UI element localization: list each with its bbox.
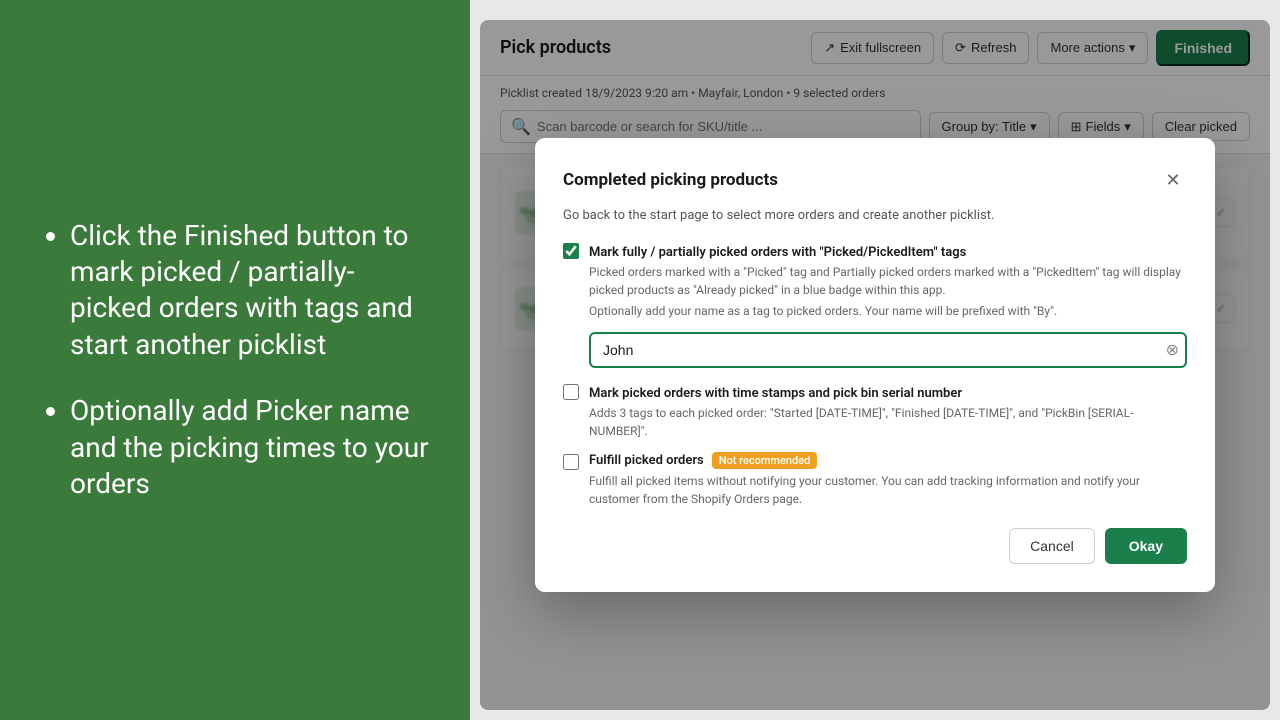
checkbox-row-1: Mark fully / partially picked orders wit… — [563, 241, 1187, 320]
checkbox-2[interactable] — [563, 384, 579, 400]
checkbox-2-label[interactable]: Mark picked orders with time stamps and … — [589, 386, 962, 401]
picker-name-input[interactable] — [589, 332, 1187, 368]
modal-subtitle: Go back to the start page to select more… — [563, 208, 1187, 223]
left-panel: Click the Finished button to mark picked… — [0, 0, 470, 720]
checkbox-1-desc1: Picked orders marked with a "Picked" tag… — [589, 263, 1187, 299]
checkbox-3-desc: Fulfill all picked items without notifyi… — [589, 472, 1187, 508]
modal-header: Completed picking products ✕ — [563, 166, 1187, 194]
bullet-list: Click the Finished button to mark picked… — [40, 218, 430, 503]
checkbox-3-label[interactable]: Fulfill picked orders — [589, 453, 704, 468]
modal-footer: Cancel Okay — [563, 528, 1187, 564]
checkbox-3-content: Fulfill picked orders Not recommended Fu… — [589, 452, 1187, 508]
app-container: Pick products ↗ Exit fullscreen ⟳ Refres… — [480, 20, 1270, 710]
modal-dialog: Completed picking products ✕ Go back to … — [535, 138, 1215, 592]
checkbox-2-desc: Adds 3 tags to each picked order: "Start… — [589, 404, 1187, 440]
checkbox-row-2: Mark picked orders with time stamps and … — [563, 382, 1187, 440]
checkbox-1-label[interactable]: Mark fully / partially picked orders wit… — [589, 245, 966, 260]
checkbox-1[interactable] — [563, 243, 579, 259]
not-recommended-badge: Not recommended — [712, 452, 818, 469]
right-panel: Pick products ↗ Exit fullscreen ⟳ Refres… — [470, 0, 1280, 720]
checkbox-3[interactable] — [563, 454, 579, 470]
checkbox-2-content: Mark picked orders with time stamps and … — [589, 382, 1187, 440]
checkbox-3-label-row: Fulfill picked orders Not recommended — [589, 452, 1187, 469]
bullet-item-2: Optionally add Picker name and the picki… — [70, 393, 430, 502]
checkbox-1-desc2: Optionally add your name as a tag to pic… — [589, 302, 1187, 320]
checkbox-row-3: Fulfill picked orders Not recommended Fu… — [563, 452, 1187, 508]
input-clear-button[interactable]: ⊗ — [1166, 340, 1179, 360]
modal-title: Completed picking products — [563, 170, 778, 190]
okay-button[interactable]: Okay — [1105, 528, 1187, 564]
name-input-container: ⊗ — [589, 332, 1187, 368]
modal-close-button[interactable]: ✕ — [1159, 166, 1187, 194]
checkbox-1-content: Mark fully / partially picked orders wit… — [589, 241, 1187, 320]
bullet-item-1: Click the Finished button to mark picked… — [70, 218, 430, 364]
cancel-button[interactable]: Cancel — [1009, 528, 1095, 564]
modal-overlay: Completed picking products ✕ Go back to … — [480, 20, 1270, 710]
